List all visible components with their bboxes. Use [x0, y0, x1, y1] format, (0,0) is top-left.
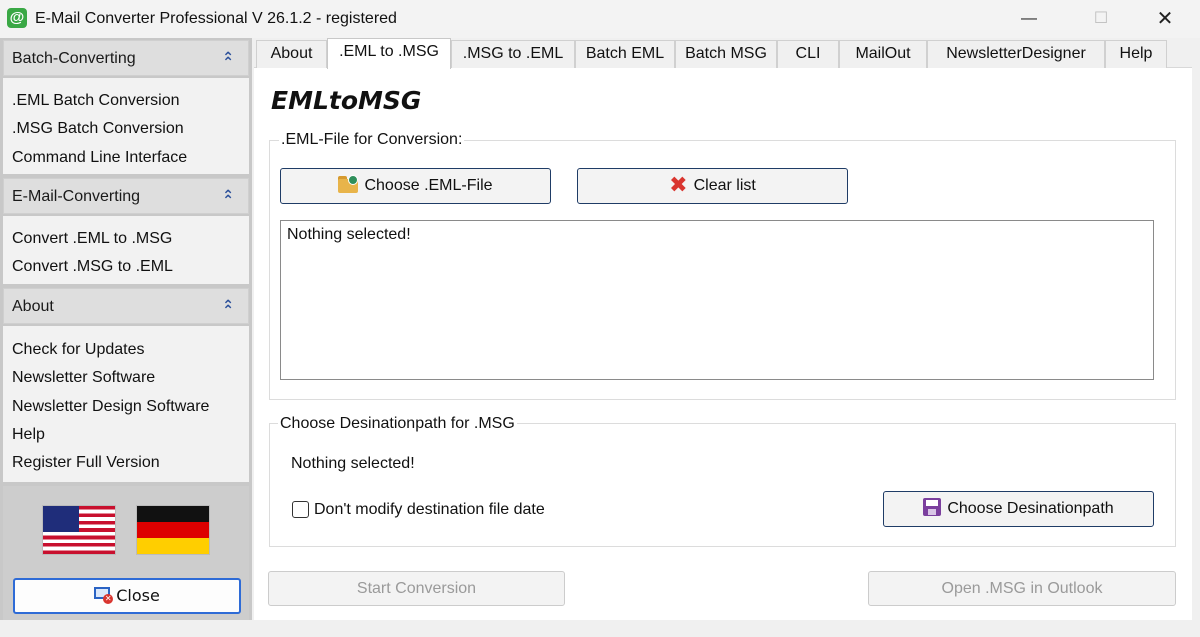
- choose-eml-file-label: Choose .EML-File: [364, 177, 493, 194]
- sidebar-item-msg-to-eml[interactable]: Convert .MSG to .EML: [12, 258, 173, 276]
- sidebar-header-about[interactable]: About ⌃ ⌃: [3, 288, 249, 324]
- language-panel: ✕ Close: [3, 486, 249, 620]
- sidebar-group-batch: .EML Batch Conversion .MSG Batch Convers…: [3, 78, 249, 174]
- eml-file-list[interactable]: Nothing selected!: [280, 220, 1154, 380]
- tab-batch-eml[interactable]: Batch EML: [575, 40, 675, 68]
- sidebar-group-email: Convert .EML to .MSG Convert .MSG to .EM…: [3, 216, 249, 284]
- tab-eml-to-msg[interactable]: .EML to .MSG: [327, 38, 451, 69]
- eml-file-group-legend: .EML-File for Conversion:: [279, 131, 465, 149]
- open-msg-outlook-button[interactable]: Open .MSG in Outlook: [868, 571, 1176, 606]
- collapse-chevron-icon[interactable]: ⌃ ⌃: [222, 187, 234, 208]
- collapse-chevron-icon[interactable]: ⌃ ⌃: [222, 297, 234, 318]
- start-conversion-button[interactable]: Start Conversion: [268, 571, 565, 606]
- keep-file-date-checkbox[interactable]: [292, 501, 309, 518]
- tab-cli[interactable]: CLI: [777, 40, 839, 68]
- window-close-button[interactable]: ✕: [1142, 5, 1188, 33]
- sidebar-item-check-updates[interactable]: Check for Updates: [12, 341, 145, 359]
- window-title: E-Mail Converter Professional V 26.1.2 -…: [35, 10, 397, 27]
- sidebar-item-msg-batch[interactable]: .MSG Batch Conversion: [12, 120, 184, 138]
- keep-file-date-label[interactable]: Don't modify destination file date: [314, 501, 545, 519]
- main-panel: About .EML to .MSG .MSG to .EML Batch EM…: [254, 38, 1192, 620]
- sidebar-item-newsletter-software[interactable]: Newsletter Software: [12, 369, 155, 387]
- tab-msg-to-eml[interactable]: .MSG to .EML: [451, 40, 575, 68]
- tab-mailout[interactable]: MailOut: [839, 40, 927, 68]
- sidebar-item-eml-to-msg[interactable]: Convert .EML to .MSG: [12, 230, 172, 248]
- minimize-button[interactable]: —: [1006, 5, 1052, 33]
- choose-eml-file-button[interactable]: Choose .EML-File: [280, 168, 551, 204]
- red-x-icon: ✖: [669, 173, 688, 198]
- tab-about[interactable]: About: [256, 40, 327, 68]
- eml-file-list-text: Nothing selected!: [287, 226, 411, 243]
- destination-group-legend: Choose Desinationpath for .MSG: [278, 415, 517, 433]
- destination-status: Nothing selected!: [291, 455, 415, 472]
- sidebar-header-label: About: [12, 298, 54, 315]
- tab-strip: About .EML to .MSG .MSG to .EML Batch EM…: [254, 38, 1192, 69]
- maximize-button[interactable]: ☐: [1078, 5, 1124, 33]
- us-flag-icon[interactable]: [43, 506, 115, 554]
- destination-group: [269, 423, 1176, 547]
- sidebar-item-help[interactable]: Help: [12, 426, 45, 444]
- monitor-close-icon: ✕: [94, 587, 114, 604]
- clear-list-button[interactable]: ✖ Clear list: [577, 168, 848, 204]
- sidebar-header-batch-converting[interactable]: Batch-Converting ⌃ ⌃: [3, 40, 249, 76]
- sidebar-item-register[interactable]: Register Full Version: [12, 454, 160, 472]
- clear-list-label: Clear list: [693, 177, 756, 194]
- sidebar-item-eml-batch[interactable]: .EML Batch Conversion: [12, 92, 179, 110]
- folder-icon: [338, 175, 360, 193]
- tab-batch-msg[interactable]: Batch MSG: [675, 40, 777, 68]
- sidebar-item-cli[interactable]: Command Line Interface: [12, 149, 187, 167]
- page-title: EMLtoMSG: [271, 86, 422, 115]
- german-flag-icon[interactable]: [137, 506, 209, 554]
- sidebar-header-label: E-Mail-Converting: [12, 188, 141, 205]
- sidebar-group-about: Check for Updates Newsletter Software Ne…: [3, 326, 249, 482]
- floppy-disk-icon: [923, 498, 942, 516]
- sidebar-header-email-converting[interactable]: E-Mail-Converting ⌃ ⌃: [3, 178, 249, 214]
- tab-newsletter-designer[interactable]: NewsletterDesigner: [927, 40, 1105, 68]
- close-button-label: Close: [116, 586, 160, 605]
- sidebar: Batch-Converting ⌃ ⌃ .EML Batch Conversio…: [0, 38, 252, 620]
- collapse-chevron-icon[interactable]: ⌃ ⌃: [222, 49, 234, 70]
- tab-help[interactable]: Help: [1105, 40, 1167, 68]
- choose-destination-button[interactable]: Choose Desinationpath: [883, 491, 1154, 527]
- sidebar-item-newsletter-design[interactable]: Newsletter Design Software: [12, 398, 209, 416]
- email-at-icon: @: [7, 8, 27, 28]
- title-bar: @ E-Mail Converter Professional V 26.1.2…: [0, 0, 1200, 38]
- sidebar-header-label: Batch-Converting: [12, 50, 136, 67]
- close-button[interactable]: ✕ Close: [13, 578, 241, 614]
- choose-destination-label: Choose Desinationpath: [947, 500, 1114, 517]
